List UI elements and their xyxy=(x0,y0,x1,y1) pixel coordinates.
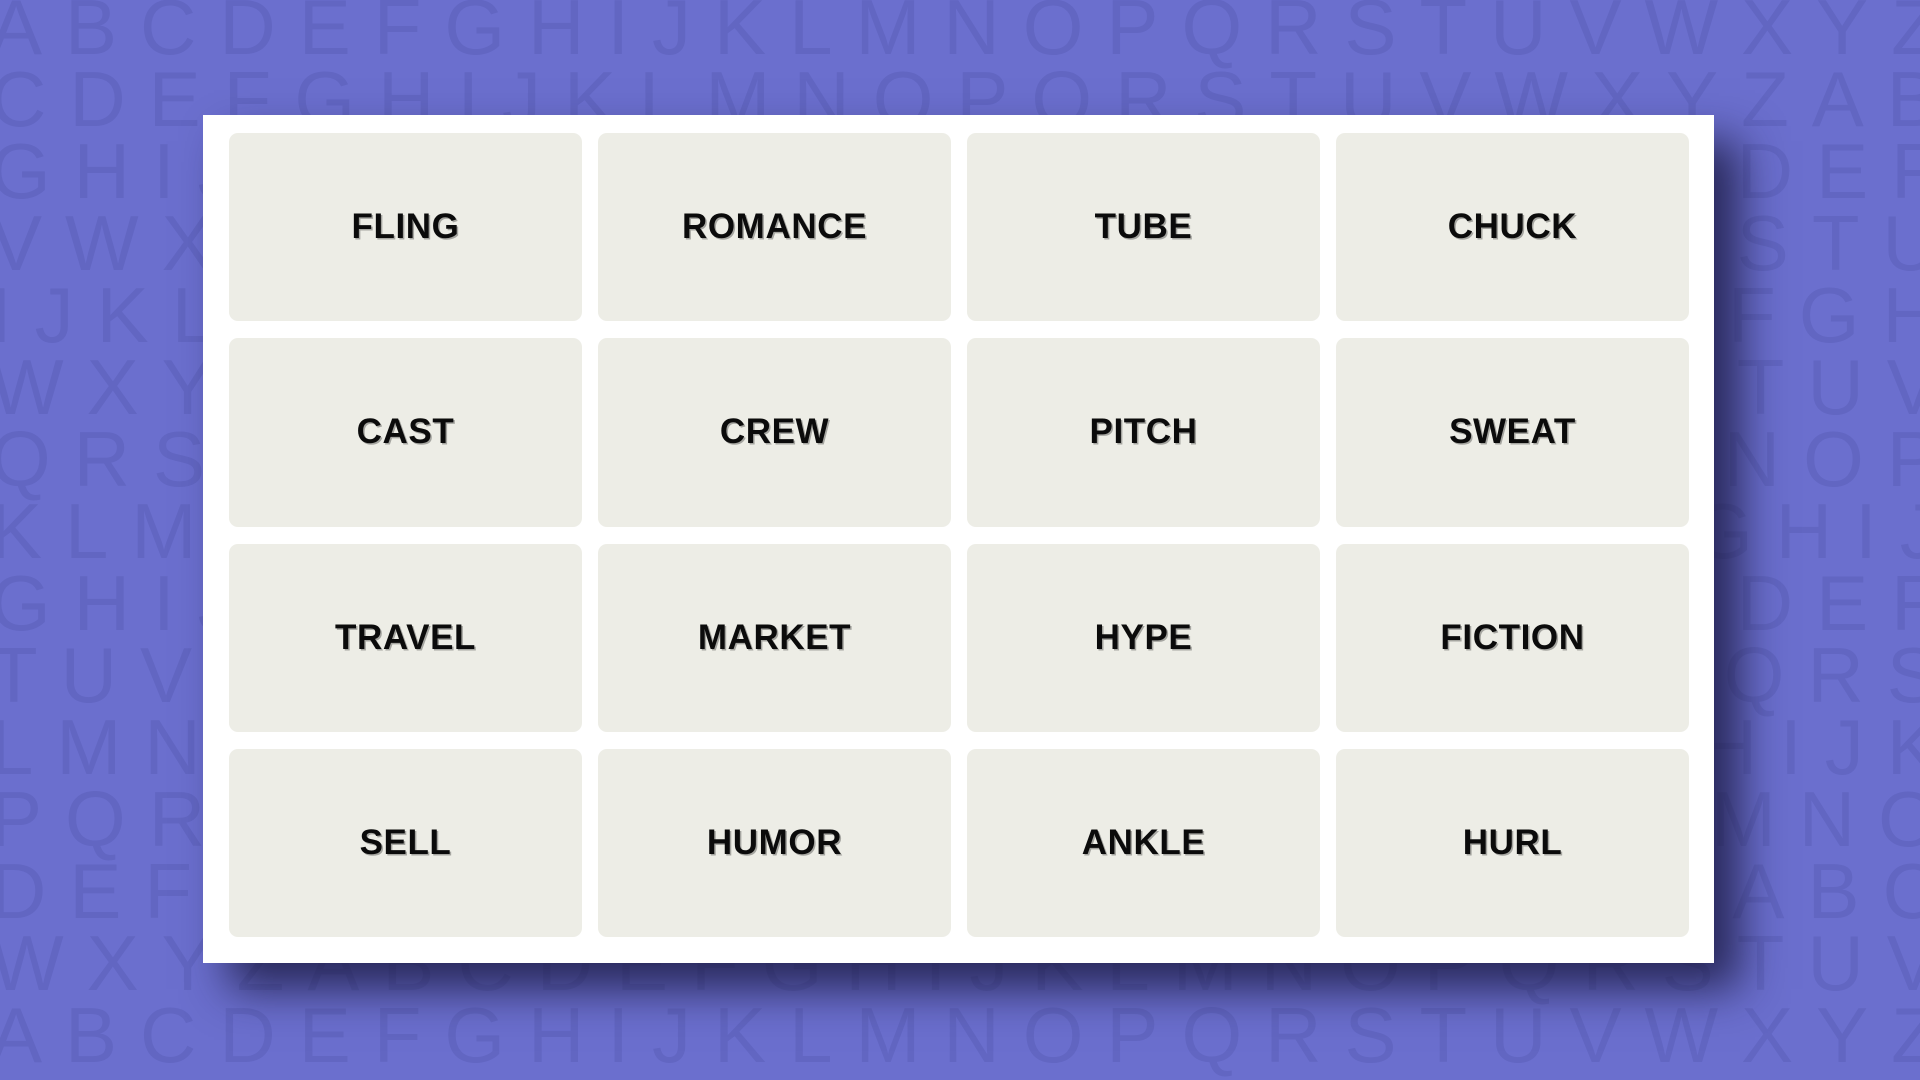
word-tile-romance[interactable]: ROMANCE xyxy=(598,133,951,322)
word-tile-grid: FLING ROMANCE TUBE CHUCK CAST CREW PITCH SWEAT T… xyxy=(229,133,1689,937)
word-tile-label: CHUCK xyxy=(1447,207,1578,247)
word-tile-sell[interactable]: SELL xyxy=(229,748,582,937)
word-tile-label: SELL xyxy=(359,822,452,862)
word-tile-travel[interactable]: TRAVEL xyxy=(229,543,582,732)
word-tile-sweat[interactable]: SWEAT xyxy=(1336,338,1689,527)
word-tile-label: HUMOR xyxy=(706,822,843,862)
word-tile-label: SWEAT xyxy=(1449,412,1576,452)
word-tile-label: CREW xyxy=(719,412,830,452)
word-tile-label: TUBE xyxy=(1094,207,1193,247)
word-tile-cast[interactable]: CAST xyxy=(229,338,582,527)
word-tile-label: HYPE xyxy=(1094,617,1193,657)
word-tile-ankle[interactable]: ANKLE xyxy=(967,748,1320,937)
word-tile-fiction[interactable]: FICTION xyxy=(1336,543,1689,732)
word-tile-label: FICTION xyxy=(1440,617,1585,657)
word-tile-hype[interactable]: HYPE xyxy=(967,543,1320,732)
background-letter-row: ABCDEFGHIJKLMNOPQRSTUVWXYZABCDEFG xyxy=(0,991,1920,1079)
word-tile-label: TRAVEL xyxy=(334,617,476,657)
word-tile-hurl[interactable]: HURL xyxy=(1336,748,1689,937)
word-tile-market[interactable]: MARKET xyxy=(598,543,951,732)
word-tile-label: MARKET xyxy=(697,617,852,657)
word-tile-label: ANKLE xyxy=(1081,822,1206,862)
word-tile-pitch[interactable]: PITCH xyxy=(967,338,1320,527)
word-tile-crew[interactable]: CREW xyxy=(598,338,951,527)
puzzle-board-panel: FLING ROMANCE TUBE CHUCK CAST CREW PITCH SWEAT T… xyxy=(203,115,1714,963)
word-tile-chuck[interactable]: CHUCK xyxy=(1336,133,1689,322)
word-tile-tube[interactable]: TUBE xyxy=(967,133,1320,322)
word-tile-humor[interactable]: HUMOR xyxy=(598,748,951,937)
word-tile-label: HURL xyxy=(1462,822,1563,862)
word-tile-label: ROMANCE xyxy=(681,207,868,247)
word-tile-label: FLING xyxy=(351,207,460,247)
word-tile-label: PITCH xyxy=(1089,412,1198,452)
word-tile-label: CAST xyxy=(356,412,455,452)
word-tile-fling[interactable]: FLING xyxy=(229,133,582,322)
